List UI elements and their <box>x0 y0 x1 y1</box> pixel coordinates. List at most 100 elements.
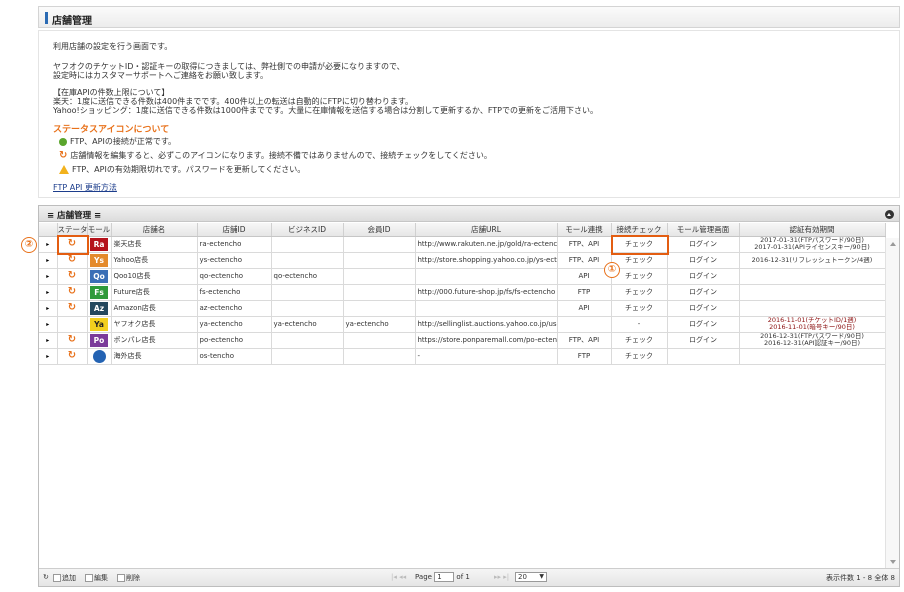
ftp-api-update-link[interactable]: FTP API 更新方法 <box>53 182 117 193</box>
next-last-page-icons[interactable]: ▸▸ ▸| <box>494 573 509 581</box>
column-header[interactable]: 会員ID <box>343 223 416 237</box>
business-id <box>271 284 344 301</box>
shop-url: - <box>415 348 558 365</box>
annotation-marker-2: ② <box>21 237 37 253</box>
mall-admin-login[interactable]: ログイン <box>667 284 740 301</box>
status-icon-title: ステータスアイコンについて <box>53 125 170 135</box>
status-cell: ↻ <box>57 300 88 317</box>
column-header[interactable]: モール <box>87 223 112 237</box>
shop-name: 海外店長 <box>111 348 198 365</box>
collapse-icon[interactable] <box>885 210 894 219</box>
status-sync-row: ↻ 店舗情報を編集すると、必ずこのアイコンになります。接続不備ではありませんので、… <box>59 150 492 161</box>
connection-check-button[interactable]: チェック <box>611 284 668 301</box>
status-warn-row: FTP、APIの有効期限切れです。パスワードを更新してください。 <box>59 164 305 175</box>
auth-expiry-cell: 2016-12-31(リフレッシュトークン/4週) <box>739 252 886 269</box>
mall-badge: Po <box>90 333 108 347</box>
scroll-down-icon[interactable] <box>890 560 896 564</box>
table-row[interactable]: ▸ ↻ Fs Future店長 fs-ectencho http://000.future… <box>39 284 886 301</box>
mall-admin-login[interactable]: ログイン <box>667 236 740 253</box>
shop-name: ヤフオク店長 <box>111 316 198 333</box>
mall-admin-login[interactable]: ログイン <box>667 332 740 349</box>
globe-icon <box>92 349 106 363</box>
vertical-scrollbar[interactable] <box>885 238 899 568</box>
mall-link: FTP <box>557 348 612 365</box>
mall-badge: Qo <box>90 269 108 283</box>
shop-id: qo-ectencho <box>197 268 272 285</box>
status-ok-text: FTP、APIの接続が正常です。 <box>70 137 177 146</box>
expand-icon[interactable]: ▸ <box>39 300 58 317</box>
status-warn-text: FTP、APIの有効期限切れです。パスワードを更新してください。 <box>72 165 306 174</box>
page-input[interactable]: 1 <box>434 572 455 582</box>
sync-icon: ↻ <box>67 334 77 345</box>
status-cell: ↻ <box>57 268 88 285</box>
column-header[interactable]: 認証有効期間 <box>739 223 886 237</box>
expand-icon[interactable]: ▸ <box>39 332 58 349</box>
edit-button[interactable]: 編集 <box>85 573 108 583</box>
expand-icon[interactable]: ▸ <box>39 268 58 285</box>
first-prev-page-icons[interactable]: |◂ ◂◂ <box>391 573 406 581</box>
expiry-line: 2017-01-31(APIライセンスキー/90日) <box>754 243 870 251</box>
auth-expiry-cell: 2016-11-01(チケットID/1週) 2016-11-01(暗号キー/90日… <box>739 316 886 333</box>
expand-icon[interactable]: ▸ <box>39 236 58 253</box>
table-row[interactable]: ▸ ↻ Po ポンパレ店長 po-ectencho https://store.ponpa… <box>39 332 886 349</box>
table-row[interactable]: ▸ Ya ヤフオク店長 ya-ectencho ya-ectencho ya-ectenc… <box>39 316 886 333</box>
table-row[interactable]: ▸ ↻ Qo Qoo10店長 qo-ectencho qo-ectencho API チェック… <box>39 268 886 285</box>
add-icon <box>53 574 61 582</box>
business-id <box>271 236 344 253</box>
column-header[interactable] <box>39 223 58 237</box>
table-row[interactable]: ▸ ↻ 海外店長 os-tencho - FTP チェック <box>39 348 886 365</box>
annotation-marker-1: ① <box>604 262 620 278</box>
mall-admin-login[interactable]: ログイン <box>667 252 740 269</box>
expiry-line: 2016-11-01(暗号キー/90日) <box>769 323 855 331</box>
mall-badge: Fs <box>90 285 108 299</box>
shop-grid: ≡ 店舗管理 ≡ ステータスモール店舗名店舗IDビジネスID会員ID店舗URLモ… <box>38 205 900 587</box>
expand-icon[interactable]: ▸ <box>39 348 58 365</box>
auth-expiry-cell: 2017-01-31(FTPパスワード/90日) 2017-01-31(APIライ… <box>739 236 886 253</box>
mall-cell: Ys <box>87 252 112 269</box>
grid-caption: ≡ 店舗管理 ≡ <box>39 206 899 222</box>
mall-admin-login[interactable] <box>667 348 740 365</box>
business-id <box>271 300 344 317</box>
connection-check-button[interactable]: チェック <box>611 332 668 349</box>
per-page-select[interactable]: 20 <box>515 572 547 582</box>
sync-icon: ↻ <box>67 302 77 313</box>
mall-cell: Po <box>87 332 112 349</box>
refresh-icon[interactable]: ↻ <box>43 573 49 581</box>
mall-link: FTP、API <box>557 332 612 349</box>
header-accent-bar <box>45 12 48 24</box>
expand-icon[interactable]: ▸ <box>39 316 58 333</box>
scroll-up-icon[interactable] <box>890 242 896 246</box>
status-sync-text: 店舗情報を編集すると、必ずこのアイコンになります。接続不備ではありませんので、接… <box>70 151 492 160</box>
limit-yahoo: Yahoo!ショッピング：1度に送信できる件数は1000件までです。大量に在庫情… <box>53 106 599 115</box>
table-row[interactable]: ▸ ↻ Ys Yahoo店長 ys-ectencho http://store.shopp… <box>39 252 886 269</box>
add-button[interactable]: 追加 <box>53 573 76 583</box>
connection-check-button[interactable]: - <box>611 316 668 333</box>
column-header[interactable]: ビジネスID <box>271 223 344 237</box>
yahoo-note-line2: 設定時にはカスタマーサポートへご連絡をお願い致します。 <box>53 71 269 80</box>
mall-admin-login[interactable]: ログイン <box>667 268 740 285</box>
page-title: 店舗管理 <box>52 16 92 27</box>
shop-name: ポンパレ店長 <box>111 332 198 349</box>
column-header[interactable]: 店舗URL <box>415 223 558 237</box>
connection-check-button[interactable]: チェック <box>611 348 668 365</box>
mall-cell: Qo <box>87 268 112 285</box>
column-header[interactable]: モール管理画面 <box>667 223 740 237</box>
edit-label: 編集 <box>94 574 108 582</box>
shop-url: https://store.ponparemall.com/po-ectench… <box>415 332 558 349</box>
sync-icon: ↻ <box>67 254 77 265</box>
expand-icon[interactable]: ▸ <box>39 252 58 269</box>
column-header[interactable]: 店舗名 <box>111 223 198 237</box>
column-header[interactable]: モール連携 <box>557 223 612 237</box>
delete-button[interactable]: 削除 <box>117 573 140 583</box>
column-header[interactable]: 店舗ID <box>197 223 272 237</box>
connection-check-button[interactable]: チェック <box>611 300 668 317</box>
mall-admin-login[interactable]: ログイン <box>667 300 740 317</box>
table-row[interactable]: ▸ ↻ Ra 楽天店長 ra-ectencho http://www.rakuten.ne… <box>39 236 886 253</box>
shop-id: po-ectencho <box>197 332 272 349</box>
expand-icon[interactable]: ▸ <box>39 284 58 301</box>
member-id <box>343 348 416 365</box>
shop-name: Future店長 <box>111 284 198 301</box>
delete-label: 削除 <box>126 574 140 582</box>
mall-admin-login[interactable]: ログイン <box>667 316 740 333</box>
table-row[interactable]: ▸ ↻ Az Amazon店長 az-ectencho API チェック ログイン <box>39 300 886 317</box>
